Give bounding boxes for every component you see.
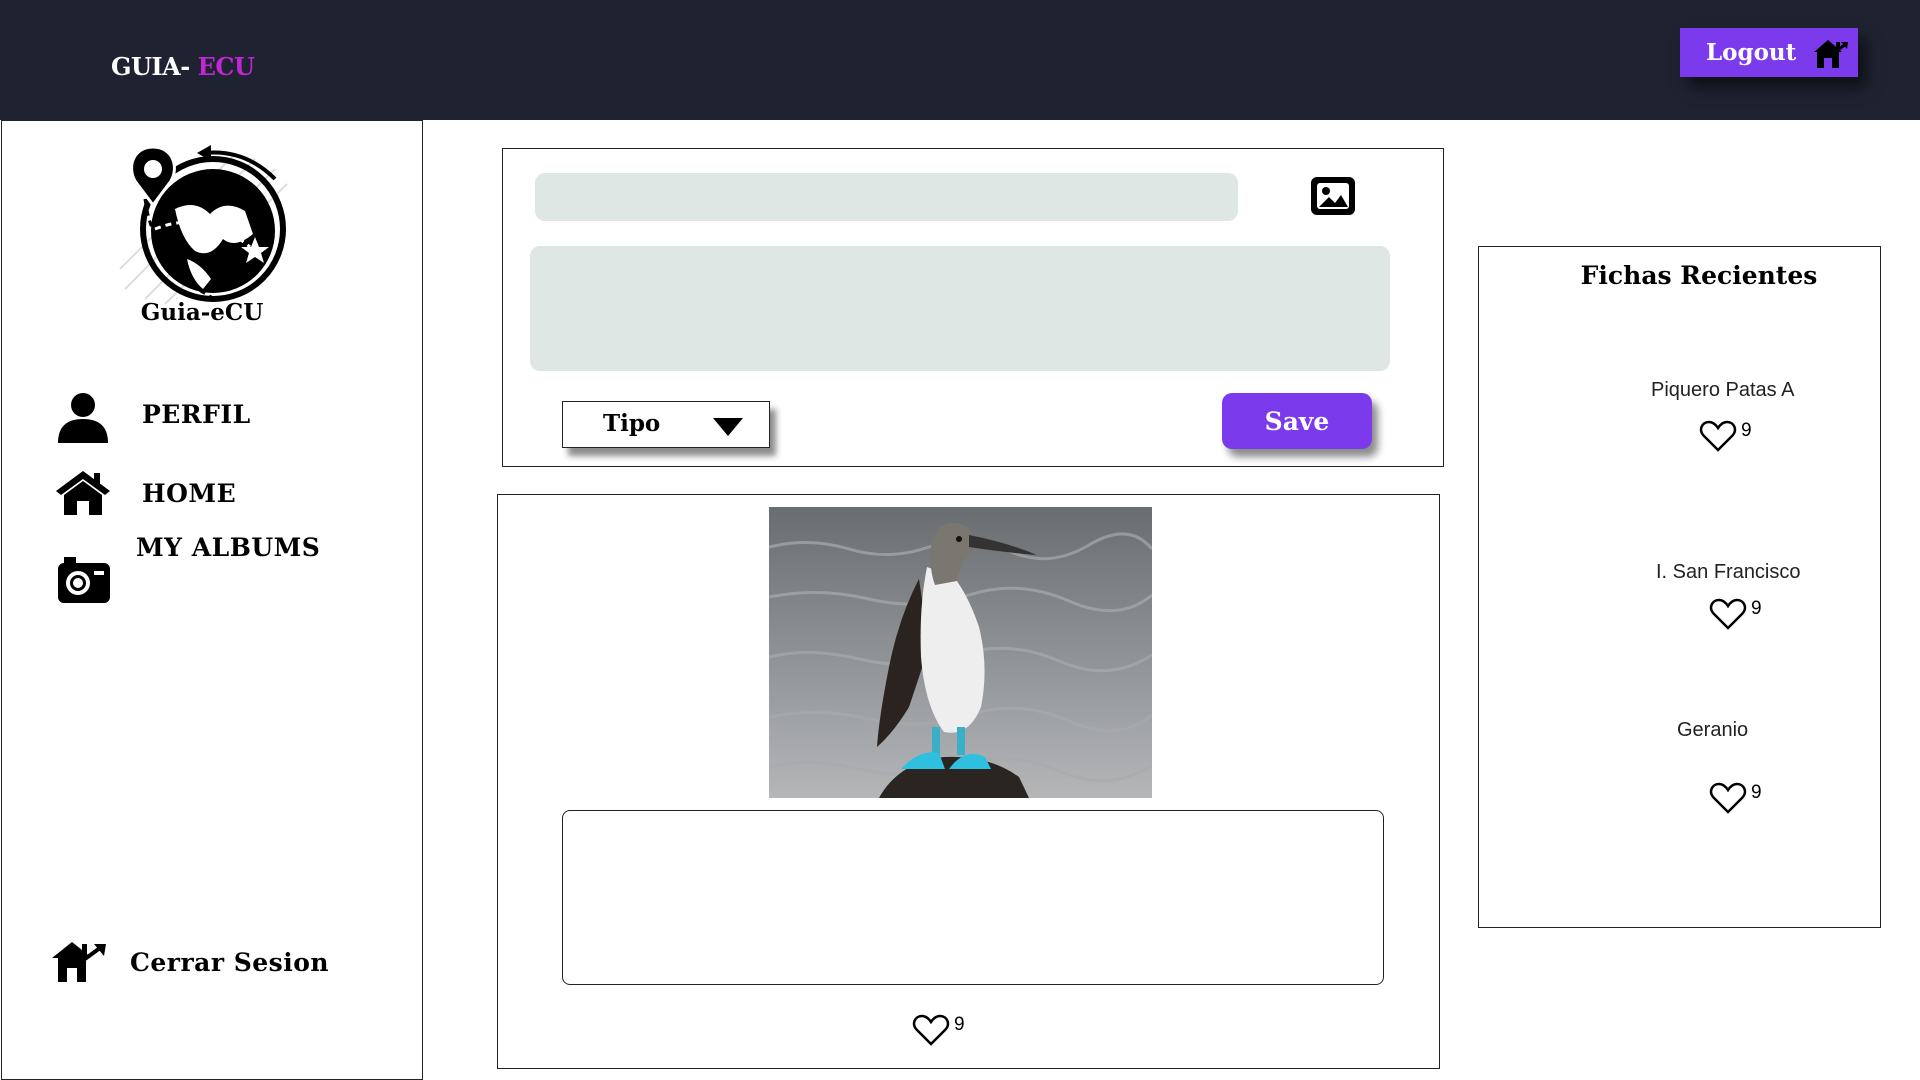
sidebar: Guia-eCU PERFIL HOME MY ALBUMS Cerrar Se… <box>1 120 423 1080</box>
tipo-dropdown-label: Tipo <box>603 410 661 437</box>
sidebar-item-perfil[interactable]: PERFIL <box>54 391 251 443</box>
blue-footed-booby-photo[interactable] <box>769 507 1152 798</box>
recent-item-like-button[interactable]: 9 <box>1699 419 1752 453</box>
recent-item-name[interactable]: I. San Francisco <box>1656 561 1801 584</box>
recent-item-like-button[interactable]: 9 <box>1709 597 1762 631</box>
logout-house-icon <box>52 942 106 982</box>
post-composer: Tipo Save <box>502 148 1444 467</box>
recent-item-name[interactable]: Geranio <box>1677 719 1748 742</box>
sidebar-item-label: HOME <box>142 478 237 508</box>
cerrar-sesion-label: Cerrar Sesion <box>130 947 330 977</box>
like-count: 9 <box>1751 782 1762 803</box>
logout-label: Logout <box>1706 39 1797 66</box>
image-icon[interactable] <box>1311 177 1355 215</box>
top-bar: GUIA- ECU Logout <box>0 0 1920 120</box>
logo-name: Guia-eCU <box>140 299 264 326</box>
heart-icon <box>912 1014 950 1046</box>
recent-panel-title: Fichas Recientes <box>1580 261 1818 290</box>
heart-icon <box>1699 420 1737 452</box>
brand-part-1: GUIA- <box>111 52 190 81</box>
recent-item-name[interactable]: Piquero Patas A <box>1651 379 1794 402</box>
sidebar-item-my-albums[interactable]: MY ALBUMS <box>54 533 320 605</box>
logout-button[interactable]: Logout <box>1680 28 1858 77</box>
sidebar-item-label: MY ALBUMS <box>136 533 321 562</box>
post-card: 9 <box>497 494 1440 1069</box>
recent-item-like-button[interactable]: 9 <box>1709 781 1762 815</box>
save-button[interactable]: Save <box>1222 393 1372 449</box>
sidebar-item-label: PERFIL <box>142 399 251 429</box>
title-input[interactable] <box>535 173 1238 221</box>
like-count: 9 <box>1751 598 1762 619</box>
like-count: 9 <box>954 1014 965 1035</box>
comment-textarea[interactable] <box>562 810 1384 985</box>
description-textarea[interactable] <box>530 246 1390 371</box>
brand-part-2: ECU <box>197 52 255 81</box>
post-like-button[interactable]: 9 <box>912 1013 965 1047</box>
brand-logo-text[interactable]: GUIA- ECU <box>111 52 255 81</box>
user-icon <box>58 393 108 443</box>
caret-down-icon <box>713 418 743 436</box>
home-icon <box>56 471 110 515</box>
globe-map-logo-icon <box>119 145 288 305</box>
sidebar-item-home[interactable]: HOME <box>54 467 236 519</box>
recent-cards-panel: Fichas Recientes Piquero Patas A 9 I. Sa… <box>1478 246 1881 928</box>
heart-icon <box>1709 782 1747 814</box>
cerrar-sesion-button[interactable]: Cerrar Sesion <box>50 936 329 988</box>
like-count: 9 <box>1741 420 1752 441</box>
heart-icon <box>1709 598 1747 630</box>
logout-house-icon <box>1814 40 1848 68</box>
camera-icon <box>58 557 110 603</box>
tipo-dropdown[interactable]: Tipo <box>562 401 770 448</box>
